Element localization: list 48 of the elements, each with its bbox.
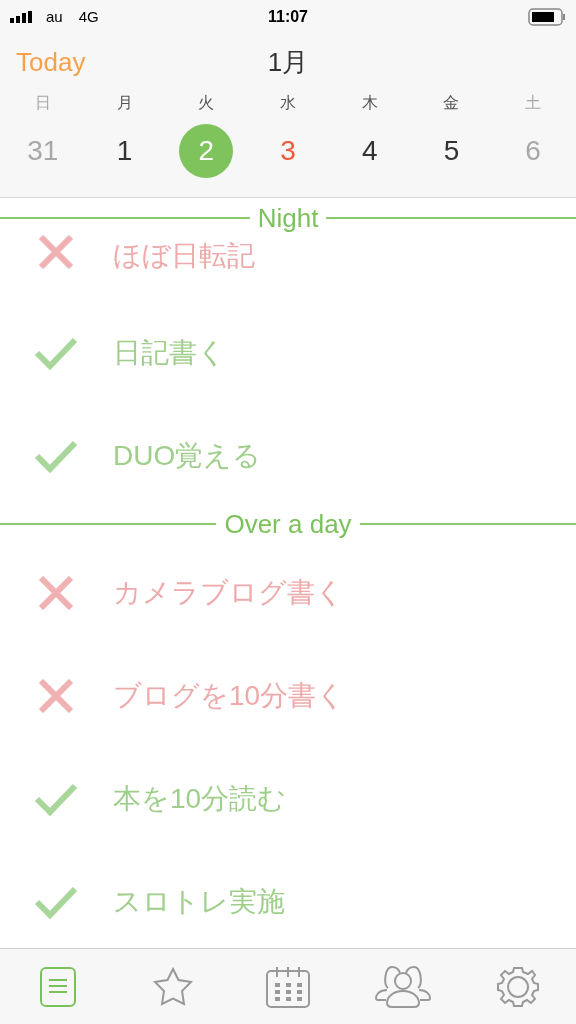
task-label: 本を10分読む [113,781,287,816]
weekday-label: 火 [198,93,215,113]
weekday-label: 木 [361,93,378,113]
cross-icon [37,678,74,713]
weekday-label: 土 [525,93,542,113]
weekday-label: 月 [116,93,133,113]
task-row[interactable]: ほぼ日転記 [0,235,576,301]
date-button[interactable]: 1 [97,124,152,178]
today-button[interactable]: Today [16,42,86,82]
task-row[interactable]: カメラブログ書く [0,541,576,644]
star-icon[interactable] [151,966,194,1007]
check-icon [33,781,78,816]
task-row[interactable]: 日記書く [0,301,576,404]
check-icon [33,438,78,473]
task-label: ブログを10分書く [113,678,346,713]
date-button[interactable]: 4 [342,124,397,178]
weekday-label: 水 [280,93,296,113]
month-title: 1月 [267,45,309,79]
date-button[interactable]: 2 [179,124,234,178]
task-row[interactable]: スロトレ実施 [0,850,576,948]
date-button[interactable]: 31 [15,124,70,178]
carrier-label: au [46,6,63,27]
date-button[interactable]: 5 [424,124,479,178]
task-label: DUO覚える [113,438,262,473]
task-row[interactable]: ブログを10分書く [0,644,576,747]
settings-icon[interactable] [497,965,540,1008]
weekday-label: 日 [34,93,51,113]
network-label: 4G [78,6,99,27]
check-icon [33,335,78,370]
date-button[interactable]: 6 [506,124,561,178]
cross-icon [37,235,74,269]
cross-icon [37,575,74,610]
clock-time: 11:07 [268,7,308,27]
section-title: Over a day [223,507,353,541]
task-label: カメラブログ書く [113,575,344,610]
list-icon[interactable] [39,966,76,1007]
people-icon[interactable] [375,965,432,1008]
task-row[interactable]: DUO覚える [0,404,576,507]
task-label: 日記書く [113,335,226,370]
battery-icon [528,8,566,26]
check-icon [33,884,78,919]
weekday-label: 金 [443,93,460,113]
task-row[interactable]: 本を10分読む [0,747,576,850]
section-title: Night [256,201,320,235]
calendar-icon[interactable] [266,965,310,1008]
task-label: スロトレ実施 [113,884,285,919]
task-label: ほぼ日転記 [113,239,255,273]
date-button[interactable]: 3 [261,124,315,178]
